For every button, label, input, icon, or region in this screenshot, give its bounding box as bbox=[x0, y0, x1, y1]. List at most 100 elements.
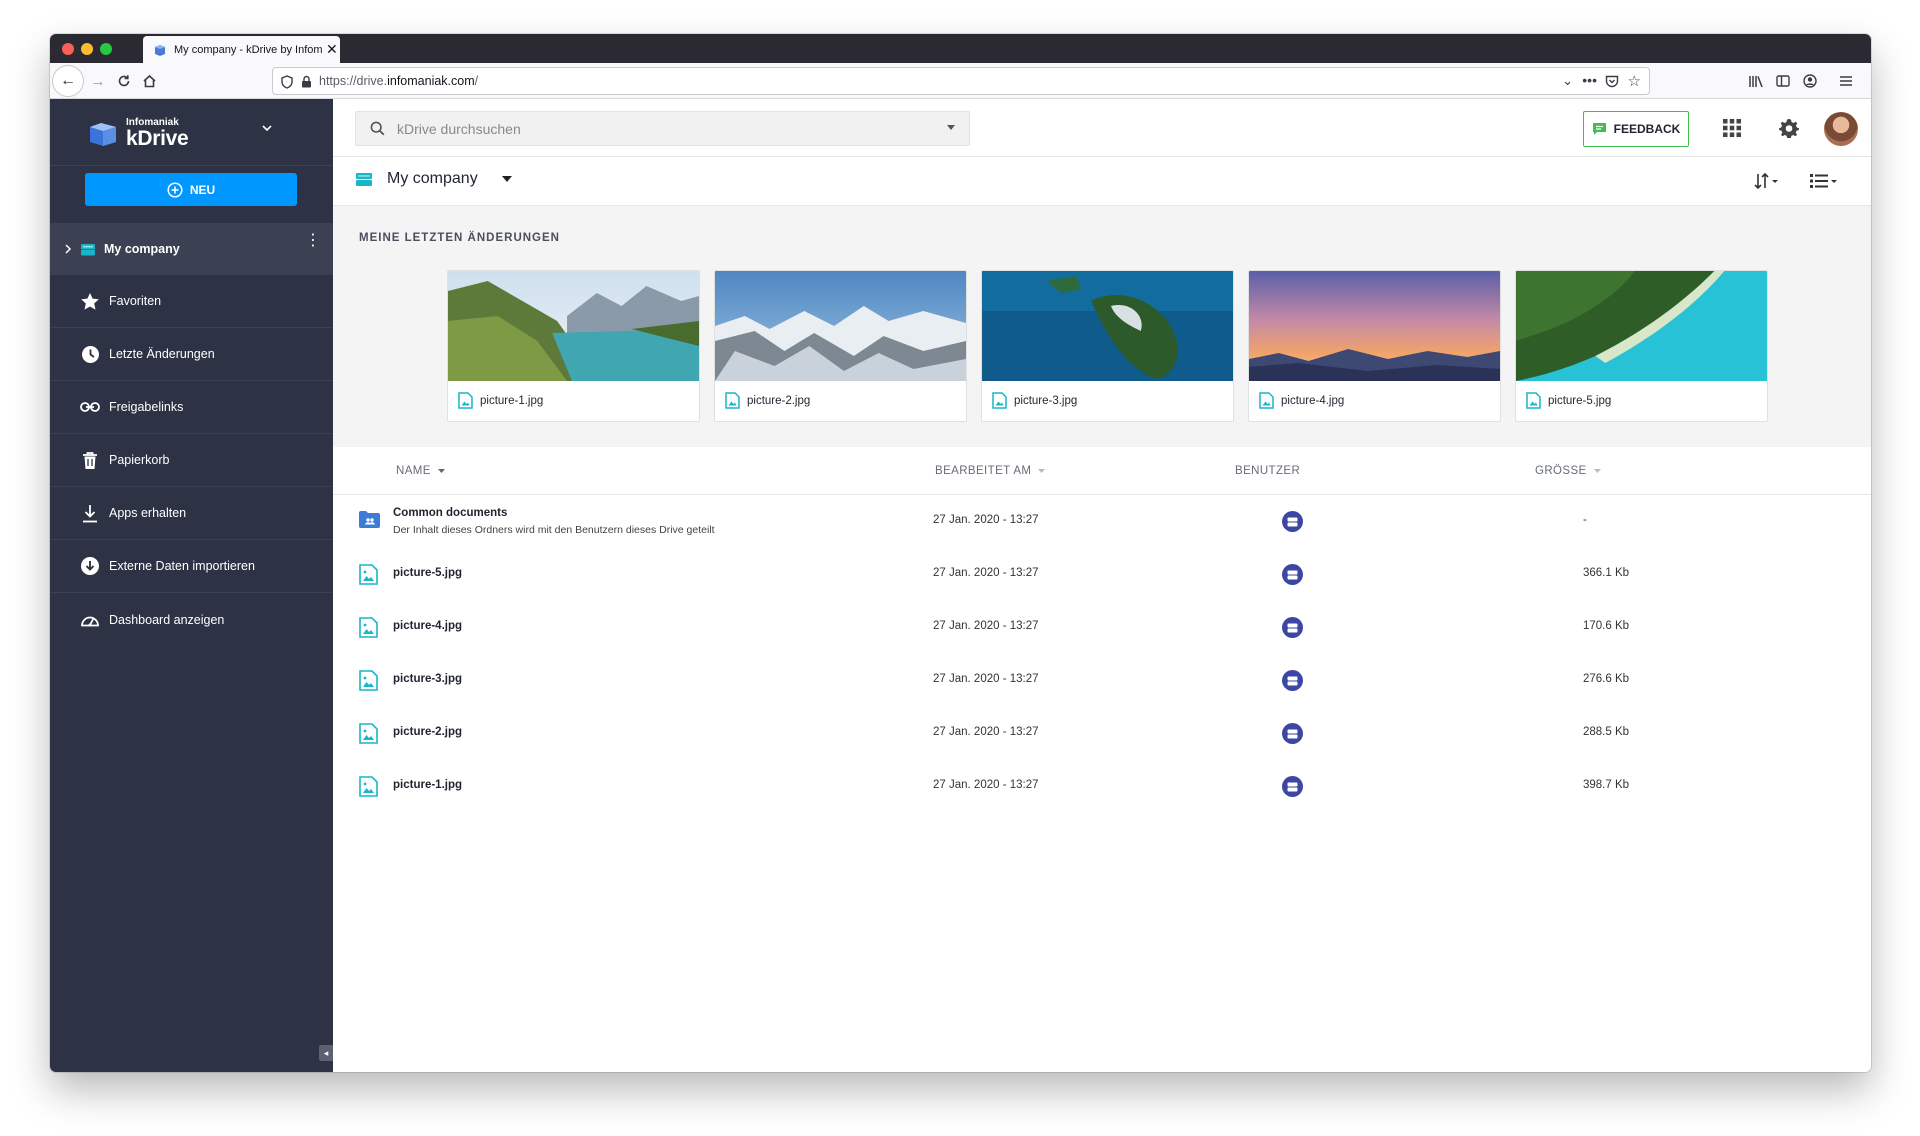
sort-caret-icon bbox=[1593, 468, 1601, 473]
file-name: picture-5.jpg bbox=[393, 567, 463, 579]
drive-user-icon bbox=[1287, 570, 1298, 579]
gear-icon[interactable] bbox=[1778, 117, 1800, 139]
more-options-icon[interactable]: ⋮ bbox=[305, 233, 321, 249]
recent-changes: MEINE LETZTEN ÄNDERUNGEN picture-1.jpg p… bbox=[333, 206, 1871, 447]
bookmark-star-icon[interactable]: ☆ bbox=[1628, 72, 1641, 90]
user-avatar bbox=[1282, 670, 1303, 691]
file-description: Der Inhalt dieses Ordners wird mit den B… bbox=[393, 524, 715, 536]
table-row[interactable]: Common documents Der Inhalt dieses Ordne… bbox=[333, 495, 1871, 548]
page-actions-icon[interactable]: ••• bbox=[1582, 72, 1597, 88]
card-file-name-label: picture-1.jpg bbox=[480, 394, 544, 407]
table-row[interactable]: picture-3.jpg 27 Jan. 2020 - 13:27 276.6… bbox=[333, 654, 1871, 707]
file-size: 170.6 Kb bbox=[1583, 620, 1630, 632]
sidebar-item-dashboard[interactable]: Dashboard anzeigen bbox=[50, 593, 333, 646]
address-bar[interactable]: https://drive.infomaniak.com/ ⌄ ••• ☆ bbox=[272, 67, 1650, 95]
new-button[interactable]: NEU bbox=[85, 173, 297, 206]
file-date: 27 Jan. 2020 - 13:27 bbox=[933, 673, 1039, 685]
table-row[interactable]: picture-5.jpg 27 Jan. 2020 - 13:27 366.1… bbox=[333, 548, 1871, 601]
browser-tab[interactable]: My company - kDrive by Infomaniak ✕ bbox=[143, 36, 340, 63]
search-placeholder: kDrive durchsuchen bbox=[397, 120, 521, 137]
card-file-name: picture-4.jpg bbox=[1259, 392, 1344, 409]
shared-folder-icon bbox=[359, 511, 380, 528]
minimize-window-button[interactable] bbox=[81, 43, 93, 55]
pocket-icon[interactable] bbox=[1605, 75, 1619, 88]
file-date: 27 Jan. 2020 - 13:27 bbox=[933, 567, 1039, 579]
file-size: 398.7 Kb bbox=[1583, 779, 1630, 791]
clock-icon bbox=[79, 343, 101, 365]
recent-file-card[interactable]: picture-4.jpg bbox=[1248, 270, 1501, 422]
recent-file-card[interactable]: picture-3.jpg bbox=[981, 270, 1234, 422]
thumbnail-image bbox=[1516, 271, 1767, 381]
user-avatar bbox=[1282, 511, 1303, 532]
dashboard-icon bbox=[79, 609, 101, 631]
file-date: 27 Jan. 2020 - 13:27 bbox=[933, 779, 1039, 791]
reload-button[interactable] bbox=[114, 71, 134, 91]
image-file-icon bbox=[359, 617, 378, 638]
drive-user-icon bbox=[1287, 729, 1298, 738]
drive-user-icon bbox=[1287, 782, 1298, 791]
sidebar-item-my-company[interactable]: My company ⋮ bbox=[50, 223, 333, 275]
sidebar-item-favoriten[interactable]: Favoriten bbox=[50, 275, 333, 328]
table-row[interactable]: picture-2.jpg 27 Jan. 2020 - 13:27 288.5… bbox=[333, 707, 1871, 760]
image-file-icon bbox=[1526, 392, 1541, 409]
user-avatar bbox=[1282, 776, 1303, 797]
plus-circle-icon bbox=[167, 181, 183, 198]
sidebar-item-freigabelinks[interactable]: Freigabelinks bbox=[50, 381, 333, 434]
sidebar-item-apps-erhalten[interactable]: Apps erhalten bbox=[50, 487, 333, 540]
section-title: MEINE LETZTEN ÄNDERUNGEN bbox=[359, 232, 560, 244]
table-row[interactable]: picture-4.jpg 27 Jan. 2020 - 13:27 170.6… bbox=[333, 601, 1871, 654]
caret-down-icon[interactable] bbox=[947, 125, 955, 131]
sidebar-item-externe-daten[interactable]: Externe Daten importieren bbox=[50, 540, 333, 593]
forward-button[interactable]: → bbox=[88, 71, 108, 91]
tab-close-icon[interactable]: ✕ bbox=[326, 41, 338, 58]
home-button[interactable] bbox=[139, 71, 159, 91]
sidebar-item-papierkorb[interactable]: Papierkorb bbox=[50, 434, 333, 487]
file-name: Common documents bbox=[393, 507, 508, 519]
file-size: 288.5 Kb bbox=[1583, 726, 1630, 738]
feedback-button[interactable]: FEEDBACK bbox=[1583, 111, 1689, 147]
card-file-name-label: picture-5.jpg bbox=[1548, 394, 1612, 407]
column-header-user: BENUTZER bbox=[1235, 465, 1300, 477]
file-name: picture-3.jpg bbox=[393, 673, 463, 685]
chevron-right-icon[interactable] bbox=[64, 244, 72, 254]
view-mode-button[interactable] bbox=[1809, 170, 1839, 192]
link-icon bbox=[79, 396, 101, 418]
recent-file-card[interactable]: picture-2.jpg bbox=[714, 270, 967, 422]
drive-selector[interactable]: My company bbox=[355, 170, 526, 188]
sidebar-item-label: Favoriten bbox=[109, 294, 162, 308]
tab-strip: My company - kDrive by Infomaniak ✕ bbox=[50, 34, 1871, 63]
search-input[interactable]: kDrive durchsuchen bbox=[355, 111, 970, 146]
sort-icon bbox=[1754, 172, 1778, 190]
sort-button[interactable] bbox=[1753, 170, 1781, 192]
shield-icon bbox=[281, 75, 293, 89]
chevron-down-icon[interactable] bbox=[260, 121, 274, 135]
hamburger-menu-icon[interactable] bbox=[1836, 71, 1856, 91]
url-dropdown-icon[interactable]: ⌄ bbox=[1562, 73, 1573, 89]
url-prefix: https://drive. bbox=[319, 74, 388, 88]
recent-file-card[interactable]: picture-5.jpg bbox=[1515, 270, 1768, 422]
apps-grid-icon[interactable] bbox=[1721, 117, 1743, 139]
star-icon bbox=[79, 290, 101, 312]
back-button[interactable]: ← bbox=[52, 65, 84, 97]
table-row[interactable]: picture-1.jpg 27 Jan. 2020 - 13:27 398.7… bbox=[333, 760, 1871, 813]
feedback-label: FEEDBACK bbox=[1613, 122, 1681, 136]
account-icon[interactable] bbox=[1800, 71, 1820, 91]
kdrive-app: Infomaniak kDrive NEU My company ⋮ Favor… bbox=[50, 99, 1871, 1072]
column-header-size[interactable]: GRÖSSE bbox=[1535, 465, 1601, 477]
avatar[interactable] bbox=[1824, 112, 1858, 146]
sidebar-item-letzte-aenderungen[interactable]: Letzte Änderungen bbox=[50, 328, 333, 381]
import-icon bbox=[79, 555, 101, 577]
brand[interactable]: Infomaniak kDrive bbox=[88, 109, 189, 157]
sidebar-toggle-icon[interactable] bbox=[1773, 71, 1793, 91]
close-window-button[interactable] bbox=[62, 43, 74, 55]
collapse-sidebar-button[interactable]: ◂ bbox=[319, 1045, 333, 1061]
recent-file-card[interactable]: picture-1.jpg bbox=[447, 270, 700, 422]
file-date: 27 Jan. 2020 - 13:27 bbox=[933, 726, 1039, 738]
image-file-icon bbox=[458, 392, 473, 409]
column-header-name[interactable]: NAME bbox=[396, 465, 445, 477]
file-size: 366.1 Kb bbox=[1583, 567, 1630, 579]
library-icon[interactable] bbox=[1746, 71, 1766, 91]
maximize-window-button[interactable] bbox=[100, 43, 112, 55]
trash-icon bbox=[79, 449, 101, 471]
column-header-date[interactable]: BEARBEITET AM bbox=[935, 465, 1046, 477]
